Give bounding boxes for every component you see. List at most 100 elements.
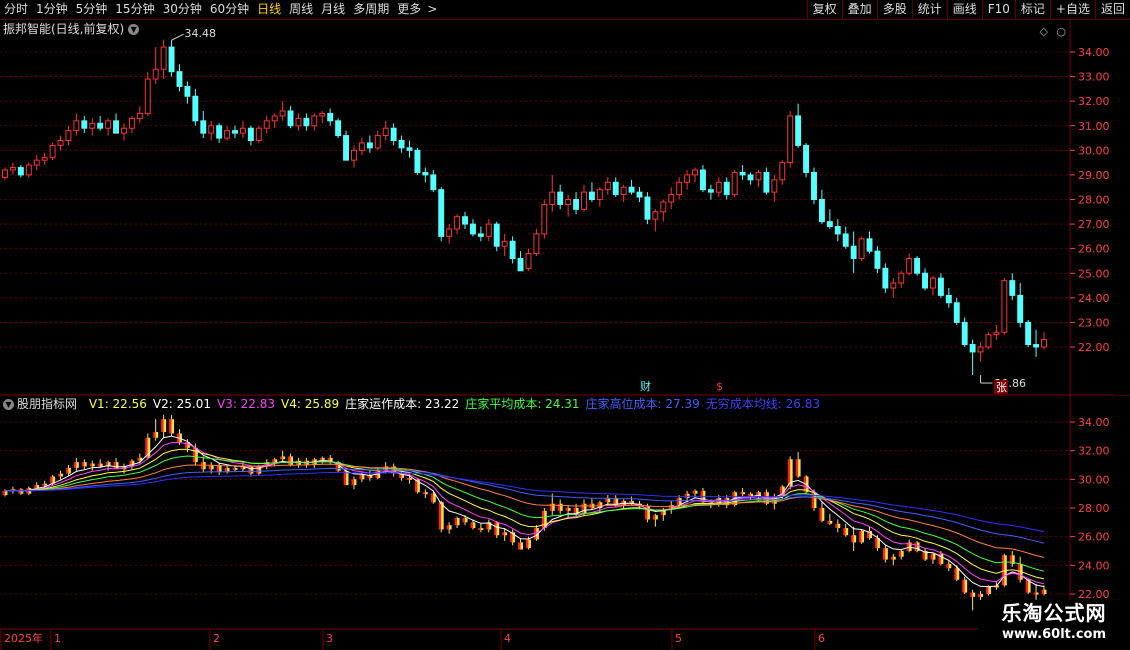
candle-body (184, 85, 191, 97)
sub-candle-left (169, 419, 172, 434)
candle-body (858, 238, 865, 259)
candle-body (176, 71, 183, 87)
candle-body (953, 302, 960, 323)
toolbar-action-button[interactable]: 统计 (911, 0, 947, 19)
candle-body (501, 240, 508, 247)
high-price-label: 34.48 (185, 27, 217, 40)
sub-candle-right (282, 456, 286, 460)
sub-candle-left (986, 586, 989, 594)
candle-body (33, 159, 40, 166)
candle-body (358, 142, 365, 151)
sub-candle-left (565, 508, 569, 511)
sub-candle-left (73, 462, 77, 468)
sub-candle-right (837, 523, 841, 529)
candle-body (779, 162, 786, 181)
sub-candle-left (557, 503, 561, 511)
sub-candle-right (322, 457, 325, 460)
sub-candle-right (742, 492, 746, 495)
toolbar-action-button[interactable]: +自选 (1049, 0, 1095, 19)
toolbar-actions: 复权 叠加 多股 统计 画线 F10 标记 +自选 返回 (806, 0, 1130, 19)
sub-candle-left (430, 493, 434, 503)
toolbar-action-button[interactable]: F10 (981, 0, 1015, 19)
candle-body (113, 120, 119, 134)
candle-body (660, 201, 667, 213)
candle-body (398, 140, 405, 149)
finance-marker: 财 (640, 379, 651, 393)
candle-body (216, 125, 223, 139)
watermark-url: www.60lt.com (1001, 627, 1107, 642)
sub-candle-right (179, 433, 182, 443)
sub-candle-right (520, 542, 523, 550)
toolbar-action-button[interactable]: 标记 (1014, 0, 1050, 19)
period-tab[interactable]: 多周期 (349, 0, 393, 19)
period-tab[interactable]: 15分钟 (111, 0, 158, 19)
sub-candle-left (898, 551, 902, 557)
period-tab[interactable]: 分时 (0, 0, 32, 19)
cost-line-v2 (4, 435, 1045, 588)
period-tab[interactable]: 日线 (253, 0, 285, 19)
sub-candle-left (58, 473, 61, 477)
period-tab[interactable]: 5分钟 (72, 0, 112, 19)
right-strip (1115, 20, 1130, 395)
candle-body (105, 120, 112, 129)
sub-candle-right (1036, 592, 1039, 595)
period-tab[interactable]: 更多 (393, 0, 425, 19)
candle-body (882, 267, 889, 289)
candle-body (628, 186, 635, 193)
candle-body (1017, 294, 1024, 323)
candle-body (644, 196, 651, 220)
period-tab[interactable]: 60分钟 (206, 0, 253, 19)
sub-tick-label: 32.00 (1078, 445, 1110, 458)
sub-candle-right (155, 432, 159, 438)
candle-body (787, 115, 794, 164)
candle-body (41, 157, 48, 161)
sub-candle-left (1017, 563, 1021, 580)
candle-body (9, 167, 16, 171)
price-tick-label: 22.00 (1078, 341, 1110, 354)
candle-body (25, 164, 32, 176)
period-tab[interactable]: 周线 (285, 0, 317, 19)
toolbar-action-button[interactable]: 复权 (806, 0, 842, 19)
sub-candle-right (948, 563, 952, 569)
sub-candle-right (560, 503, 563, 511)
candle-body (2, 169, 8, 178)
chevron-right-icon[interactable]: > (425, 0, 439, 19)
sub-candle-right (972, 592, 976, 597)
kline-chart[interactable]: 34.00 33.00 32.00 31.00 30.00 29.00 28.00 27.00… (0, 20, 1130, 650)
period-toolbar: 分时 1分钟 5分钟 15分钟 30分钟 60分钟 日线 周线 月线 多周期 更多 > 复权 叠加 多股… (0, 0, 1130, 20)
candle-body (81, 120, 88, 129)
candle-body (446, 228, 453, 237)
avg-cost-line (4, 455, 1045, 572)
candle-body (747, 174, 754, 181)
sub-tick-label: 28.00 (1078, 502, 1110, 515)
period-tab[interactable]: 月线 (317, 0, 349, 19)
candle-body (723, 181, 730, 196)
candle-body (922, 272, 928, 289)
period-tab[interactable]: 30分钟 (159, 0, 206, 19)
sub-candle-right (528, 539, 531, 549)
candle-body (1009, 280, 1016, 296)
sub-candle-left (153, 432, 156, 438)
toolbar-action-button[interactable]: 返回 (1094, 0, 1130, 19)
toolbar-action-button[interactable]: 叠加 (841, 0, 877, 19)
main-candles (2, 39, 1047, 376)
candle-body (247, 127, 254, 142)
candle-body (541, 203, 548, 235)
candle-body (208, 125, 215, 134)
sub-candle-left (1001, 555, 1005, 586)
toolbar-action-button[interactable]: 画线 (946, 0, 982, 19)
sub-candle-right (901, 551, 904, 557)
candle-body (842, 233, 849, 247)
candle-body (937, 277, 944, 296)
candle-body (168, 46, 175, 73)
cost-line-v3 (4, 441, 1045, 585)
sub-candle-left (914, 542, 918, 551)
candle-body (57, 140, 64, 146)
candle-body (97, 122, 104, 129)
candle-body (866, 238, 873, 252)
toolbar-action-button[interactable]: 多股 (876, 0, 912, 19)
candle-body (985, 334, 992, 348)
candle-body (390, 127, 397, 142)
period-tab[interactable]: 1分钟 (32, 0, 72, 19)
candle-body (533, 233, 540, 255)
